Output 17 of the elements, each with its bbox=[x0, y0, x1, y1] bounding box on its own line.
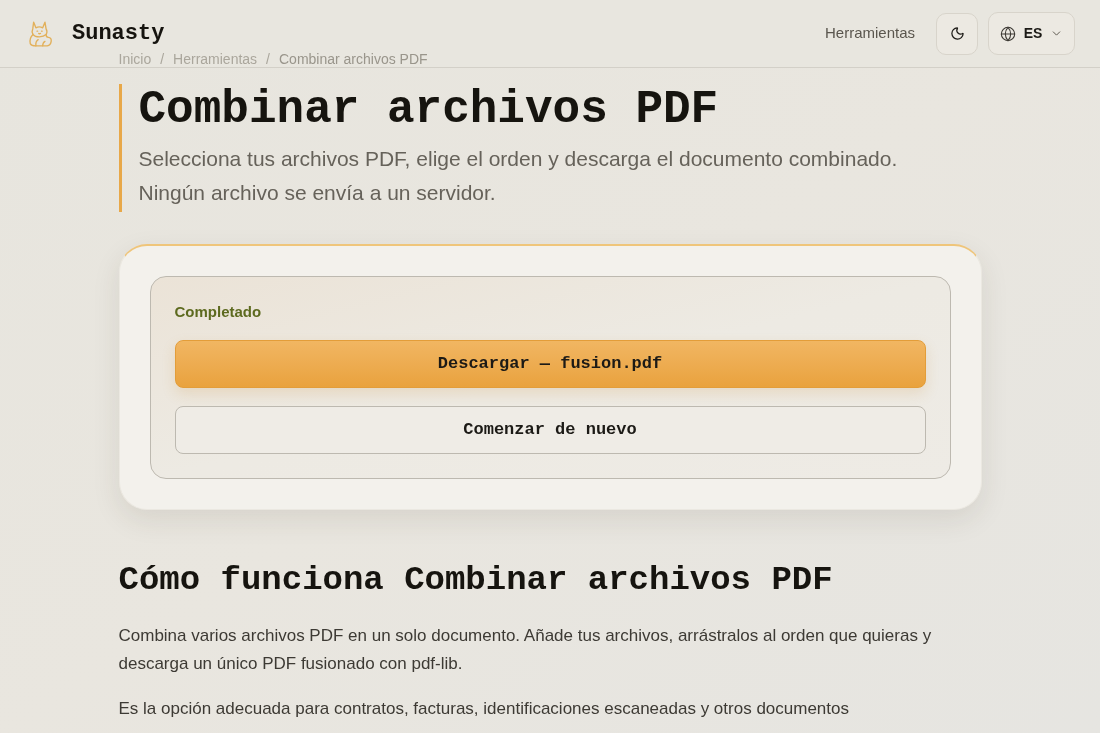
moon-icon bbox=[949, 26, 965, 41]
body-paragraph: Combina varios archivos PDF en un solo documento. Añade tus archivos, arrástralos al orden que quieras y descarga un único PDF fusionado con pdf-lib. bbox=[118, 625, 933, 675]
breadcrumb-separator: / bbox=[160, 51, 165, 67]
language-button[interactable]: ES bbox=[988, 12, 1075, 55]
nav-link[interactable]: Herramientas bbox=[824, 22, 915, 45]
section-heading: Cómo funciona Combinar archivos PDF bbox=[118, 560, 834, 601]
globe-icon bbox=[999, 25, 1016, 42]
body-paragraph: Es la opción adecuada para contratos, facturas, identificaciones escaneadas y otros documentos bbox=[118, 698, 850, 720]
status-label: Completado bbox=[174, 302, 263, 322]
start-over-button[interactable]: Comenzar de nuevo bbox=[174, 406, 926, 454]
cat-icon bbox=[28, 20, 54, 47]
download-button[interactable]: Descargar — fusion.pdf bbox=[174, 340, 926, 388]
brand-name[interactable]: Sunasty bbox=[72, 17, 165, 50]
breadcrumb-separator: / bbox=[266, 51, 270, 67]
page-subtitle: Selecciona tus archivos PDF, elige el orden y descarga el documento combinado. Ningún archivo se envía a un servidor. bbox=[138, 146, 899, 206]
page-title: Combinar archivos PDF bbox=[138, 84, 720, 136]
theme-toggle-button[interactable] bbox=[936, 12, 978, 55]
